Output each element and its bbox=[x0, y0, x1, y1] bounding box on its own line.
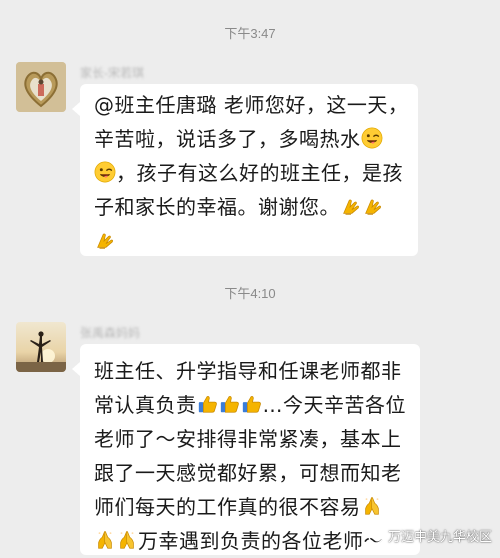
message-1-line-4: 子和家长的幸福。谢谢您。 bbox=[94, 190, 406, 224]
sender-name-1: 家长-宋若琪 bbox=[80, 66, 144, 80]
folded-hands-icon bbox=[362, 195, 384, 217]
folded-hands-icon bbox=[94, 229, 116, 251]
message-2-line-4: 跟了一天感觉都好累，可想而知老 bbox=[94, 461, 402, 485]
message-2-line-5-text: 师们每天的工作真的很不容易 bbox=[94, 495, 361, 519]
message-1-line-2: 辛苦啦，说话多了，多喝热水 bbox=[94, 122, 406, 156]
message-1-line-4-text: 子和家长的幸福。谢谢您。 bbox=[94, 195, 340, 219]
message-bubble-2[interactable]: 班主任、升学指导和任课老师都非 常认真负责 …今天辛苦各位 老师了～安排得非常紧凑… bbox=[72, 344, 420, 558]
message-1-line-1: @班主任唐璐 老师您好，这一天， bbox=[94, 93, 409, 117]
folded-hands-icon bbox=[361, 495, 383, 517]
message-2-line-2-text-a: 常认真负责 bbox=[94, 393, 197, 417]
message-2-line-2: 常认真负责 …今天辛苦各位 bbox=[94, 388, 410, 422]
message-bubble-1[interactable]: @班主任唐璐 老师您好，这一天， 辛苦啦，说话多了，多喝热水 ，孩子有这么好的班… bbox=[72, 84, 418, 258]
message-2-line-2-text-b: …今天辛苦各位 bbox=[262, 393, 406, 417]
message-2-line-6: 万幸遇到负责的各位老师～ bbox=[94, 524, 410, 558]
winking-face-tongue-icon bbox=[94, 161, 116, 183]
watermark: 万迈中美九华校区 bbox=[368, 526, 492, 545]
wechat-channel-icon bbox=[368, 527, 384, 544]
message-1-line-3: ，孩子有这么好的班主任，是孩 bbox=[94, 156, 406, 190]
avatar-image bbox=[16, 322, 66, 372]
message-2-line-6-text: 万幸遇到负责的各位老师～ bbox=[138, 529, 384, 553]
folded-hands-icon bbox=[94, 529, 116, 551]
winking-face-tongue-icon bbox=[361, 127, 383, 149]
watermark-text: 万迈中美九华校区 bbox=[387, 529, 492, 544]
thumbs-up-icon bbox=[241, 393, 263, 415]
message-1-line-3-text: ，孩子有这么好的班主任，是孩 bbox=[116, 161, 403, 185]
timestamp-2: 下午4:10 bbox=[224, 286, 276, 301]
thumbs-up-icon bbox=[219, 393, 241, 415]
thumbs-up-icon bbox=[197, 393, 219, 415]
message-2-line-3: 老师了～安排得非常紧凑，基本上 bbox=[94, 427, 402, 451]
sender-name-2: 张禹森妈妈 bbox=[80, 326, 141, 340]
message-2-line-5: 师们每天的工作真的很不容易 bbox=[94, 490, 410, 524]
folded-hands-icon bbox=[340, 195, 362, 217]
message-2-line-1: 班主任、升学指导和任课老师都非 bbox=[94, 359, 402, 383]
message-1-line-5 bbox=[94, 224, 406, 258]
message-1-line-2-text: 辛苦啦，说话多了，多喝热水 bbox=[94, 127, 361, 151]
timestamp-1: 下午3:47 bbox=[224, 26, 276, 41]
avatar-parent-2[interactable] bbox=[16, 322, 66, 372]
avatar-parent-1[interactable] bbox=[16, 62, 66, 112]
avatar-image bbox=[16, 62, 66, 112]
folded-hands-icon bbox=[116, 529, 138, 551]
